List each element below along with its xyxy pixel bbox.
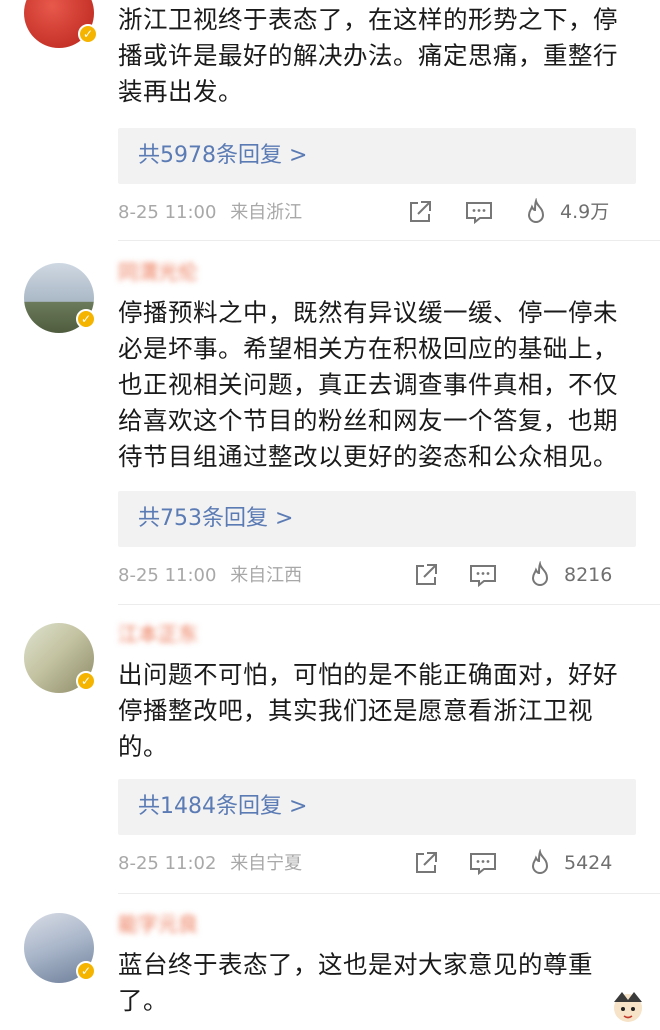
comment-icon (466, 202, 492, 225)
verified-badge-icon: ✓ (76, 961, 96, 981)
comment-source: 来自江西 (230, 565, 303, 586)
comment-time: 8-25 11:00 (118, 565, 217, 586)
divider (118, 893, 660, 894)
reply-count-link[interactable]: 共5978条回复 > (138, 128, 307, 184)
comment-item: ✓ 江本正东 出问题不可怕，可怕的是不能正确面对，好好停播整改吧，其实我们还是愿… (0, 605, 660, 894)
comment-button[interactable] (468, 849, 498, 877)
user-name[interactable]: 能字元良 (118, 913, 198, 935)
reply-box[interactable]: 共5978条回复 > (118, 128, 636, 184)
cartoon-sticker-icon (614, 992, 642, 1022)
comment-text: 出问题不可怕，可怕的是不能正确面对，好好停播整改吧，其实我们还是愿意看浙江卫视的… (118, 660, 618, 761)
comment-actions: 4.9万 (406, 198, 636, 226)
comment-actions: 5424 (412, 849, 636, 877)
like-button[interactable]: 5424 (526, 849, 636, 877)
share-icon (410, 201, 431, 222)
user-name[interactable]: 同渭光伦 (118, 261, 198, 283)
comment-source: 来自宁夏 (230, 853, 303, 874)
verified-badge-icon: ✓ (78, 24, 98, 44)
reply-count-link[interactable]: 共753条回复 > (138, 491, 293, 547)
comment-time: 8-25 11:00 (118, 202, 217, 223)
share-button[interactable] (412, 561, 440, 589)
comment-item: ✓ 浙江卫视终于表态了，在这样的形势之下，停播或许是最好的解决办法。痛定思痛，重… (0, 0, 660, 241)
share-button[interactable] (406, 198, 434, 226)
like-button[interactable]: 8216 (526, 561, 636, 589)
comment-button[interactable] (464, 198, 494, 226)
reply-box[interactable]: 共1484条回复 > (118, 779, 636, 835)
comment-icon (470, 853, 496, 876)
comment-text: 停播预料之中，既然有异议缓一缓、停一停未必是坏事。希望相关方在积极回应的基础上，… (118, 298, 618, 471)
user-name[interactable]: 江本正东 (118, 623, 198, 645)
like-icon (527, 198, 545, 223)
comment-text: 蓝台终于表态了，这也是对大家意见的尊重了。 (118, 950, 593, 1015)
comment-actions: 8216 (412, 561, 636, 589)
like-icon (531, 561, 549, 586)
like-count: 4.9万 (560, 201, 610, 223)
comment-item: ✓ 能字元良 蓝台终于表态了，这也是对大家意见的尊重了。 (0, 895, 660, 1030)
verified-badge-icon: ✓ (76, 309, 96, 329)
comment-meta: 8-25 11:02 来自宁夏 (118, 852, 302, 876)
reply-count-link[interactable]: 共1484条回复 > (138, 779, 307, 835)
verified-badge-icon: ✓ (76, 671, 96, 691)
comment-source: 来自浙江 (230, 202, 303, 223)
reply-box[interactable]: 共753条回复 > (118, 491, 636, 547)
like-count: 5424 (564, 852, 613, 874)
share-button[interactable] (412, 849, 440, 877)
share-icon (416, 564, 437, 585)
comment-icon (470, 565, 496, 588)
like-button[interactable]: 4.9万 (522, 198, 636, 226)
comment-item: ✓ 同渭光伦 停播预料之中，既然有异议缓一缓、停一停未必是坏事。希望相关方在积极… (0, 241, 660, 605)
comment-text: 浙江卫视终于表态了，在这样的形势之下，停播或许是最好的解决办法。痛定思痛，重整行… (118, 5, 618, 106)
comment-meta: 8-25 11:00 来自江西 (118, 564, 302, 588)
share-icon (416, 852, 437, 873)
like-count: 8216 (564, 564, 613, 586)
like-icon (531, 849, 549, 874)
comment-meta: 8-25 11:00 来自浙江 (118, 201, 302, 225)
comment-button[interactable] (468, 561, 498, 589)
comment-time: 8-25 11:02 (118, 853, 217, 874)
